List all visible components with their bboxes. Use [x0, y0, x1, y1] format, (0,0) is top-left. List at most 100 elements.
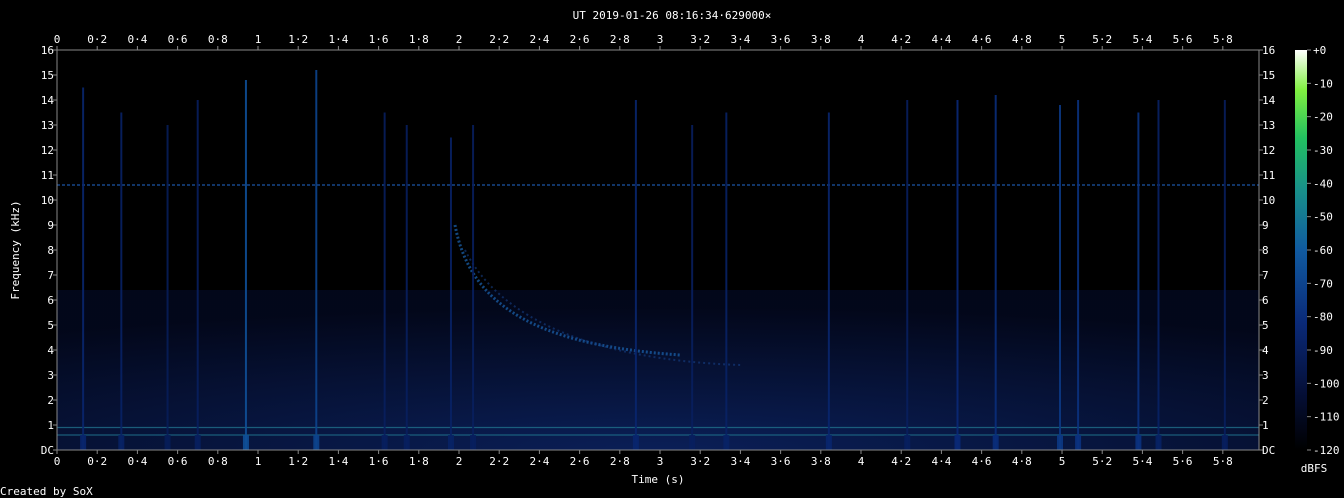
y-tick-label-left: 9 — [47, 219, 54, 232]
y-tick-label-left: 11 — [41, 169, 54, 182]
y-tick-label-left: 2 — [47, 394, 54, 407]
y-tick-label-right: 16 — [1262, 44, 1275, 57]
y-tick-label-right: 5 — [1262, 319, 1269, 332]
colorbar-tick-label: +0 — [1313, 44, 1326, 57]
x-tick-label-bottom: 5·2 — [1092, 455, 1112, 468]
x-tick-label-top: 4·2 — [891, 33, 911, 46]
colorbar-tick-label: -40 — [1313, 177, 1333, 190]
impulse-base — [992, 435, 999, 450]
y-axis-left: DC12345678910111213141516 — [41, 44, 57, 457]
x-tick-label-bottom: 3·2 — [690, 455, 710, 468]
x-tick-label-bottom: 2·2 — [489, 455, 509, 468]
x-tick-label-bottom: 0·8 — [208, 455, 228, 468]
x-tick-label-top: 3·6 — [771, 33, 791, 46]
x-tick-label-bottom: 4 — [858, 455, 865, 468]
impulse-base — [80, 435, 87, 450]
x-tick-label-top: 0·2 — [87, 33, 107, 46]
x-tick-label-top: 5 — [1059, 33, 1066, 46]
x-tick-label-bottom: 3 — [657, 455, 664, 468]
x-tick-label-top: 1·8 — [409, 33, 429, 46]
y-axis-right: DC12345678910111213141516 — [1259, 44, 1276, 457]
x-tick-label-top: 4·8 — [1012, 33, 1032, 46]
impulse-base — [447, 435, 454, 450]
x-tick-label-top: 0 — [54, 33, 61, 46]
chart-title: UT 2019-01-26 08:16:34·629000× — [573, 9, 772, 22]
x-tick-label-top: 3 — [657, 33, 664, 46]
x-tick-label-top: 3·4 — [730, 33, 750, 46]
x-tick-label-top: 5·4 — [1132, 33, 1152, 46]
colorbar-tick-label: -20 — [1313, 111, 1333, 124]
y-tick-label-left: 3 — [47, 369, 54, 382]
impulse-base — [164, 435, 171, 450]
y-tick-label-right: 10 — [1262, 194, 1275, 207]
colorbar-tick-label: -90 — [1313, 344, 1333, 357]
x-tick-label-bottom: 5·8 — [1213, 455, 1233, 468]
x-tick-label-bottom: 5·4 — [1132, 455, 1152, 468]
y-tick-label-left: 7 — [47, 269, 54, 282]
x-tick-label-top: 5·6 — [1173, 33, 1193, 46]
colorbar: +0 -10 -20 -30 -40 -50 -60 -70 -80 -90 -100 -110 -12… — [1295, 44, 1340, 475]
x-tick-label-bottom: 2·8 — [610, 455, 630, 468]
x-tick-label-top: 2·2 — [489, 33, 509, 46]
colorbar-tick-label: -80 — [1313, 311, 1333, 324]
x-tick-label-bottom: 0·4 — [127, 455, 147, 468]
x-tick-label-top: 2 — [456, 33, 463, 46]
x-tick-label-bottom: 4·4 — [931, 455, 951, 468]
x-tick-label-top: 1 — [255, 33, 262, 46]
x-tick-label-top: 0·6 — [168, 33, 188, 46]
y-tick-label-right: 11 — [1262, 169, 1275, 182]
y-tick-label-right: 15 — [1262, 69, 1275, 82]
x-tick-label-top: 3·8 — [811, 33, 831, 46]
x-tick-label-top: 4·6 — [972, 33, 992, 46]
colorbar-tick-label: -60 — [1313, 244, 1333, 257]
colorbar-label: dBFS — [1301, 462, 1328, 475]
x-tick-label-bottom: 1·8 — [409, 455, 429, 468]
y-tick-label-left: 6 — [47, 294, 54, 307]
y-tick-label-right: 8 — [1262, 244, 1269, 257]
x-tick-label-top: 2·6 — [570, 33, 590, 46]
y-tick-label-left: 10 — [41, 194, 54, 207]
x-tick-label-bottom: 4·6 — [972, 455, 992, 468]
impulse-base — [632, 435, 639, 450]
x-tick-label-top: 4·4 — [931, 33, 951, 46]
x-tick-label-bottom: 4·2 — [891, 455, 911, 468]
y-tick-label-left: 8 — [47, 244, 54, 257]
y-tick-label-left: 16 — [41, 44, 54, 57]
impulse-base — [381, 435, 388, 450]
x-tick-label-top: 4 — [858, 33, 865, 46]
impulse-base — [313, 435, 320, 450]
y-tick-label-left: 13 — [41, 119, 54, 132]
sox-credit: Created by SoX — [0, 485, 93, 498]
x-tick-label-bottom: 3·4 — [730, 455, 750, 468]
colorbar-tick-label: -110 — [1313, 411, 1340, 424]
x-tick-label-bottom: 4·8 — [1012, 455, 1032, 468]
impulse-base — [723, 435, 730, 450]
x-tick-label-top: 5·8 — [1213, 33, 1233, 46]
x-tick-label-top: 1·6 — [369, 33, 389, 46]
x-tick-label-top: 2·8 — [610, 33, 630, 46]
x-tick-label-bottom: 2 — [456, 455, 463, 468]
y-tick-label-left: 14 — [41, 94, 55, 107]
x-tick-label-top: 0·4 — [127, 33, 147, 46]
impulse-base — [954, 435, 961, 450]
x-tick-label-bottom: 0·2 — [87, 455, 107, 468]
colorbar-gradient — [1295, 50, 1307, 450]
y-tick-label-right: 12 — [1262, 144, 1275, 157]
x-tick-label-bottom: 2·4 — [529, 455, 549, 468]
impulse-base — [242, 435, 249, 450]
x-tick-label-top: 2·4 — [529, 33, 549, 46]
impulse-base — [194, 435, 201, 450]
x-axis-bottom: 0 0·2 0·4 0·6 0·8 1 1·2 1·4 1·6 1·8 2 2·2 2·4 2·6 2·8 3… — [54, 450, 1233, 468]
y-tick-label-left: 15 — [41, 69, 54, 82]
x-tick-label-bottom: 0·6 — [168, 455, 188, 468]
colorbar-tick-label: -100 — [1313, 377, 1340, 390]
colorbar-ticks: +0 -10 -20 -30 -40 -50 -60 -70 -80 -90 -100 -110 -12… — [1307, 44, 1340, 457]
y-tick-label-right: 4 — [1262, 344, 1269, 357]
impulse-base — [1135, 435, 1142, 450]
spectrogram-figure: UT 2019-01-26 08:16:34·629000× 0 0·2 0·4 0·… — [0, 9, 1340, 498]
y-tick-label-right: 9 — [1262, 219, 1269, 232]
x-axis-label: Time (s) — [632, 473, 685, 486]
x-tick-label-top: 1·2 — [288, 33, 308, 46]
y-tick-label-right: DC — [1262, 444, 1275, 457]
impulse-base — [470, 435, 477, 450]
